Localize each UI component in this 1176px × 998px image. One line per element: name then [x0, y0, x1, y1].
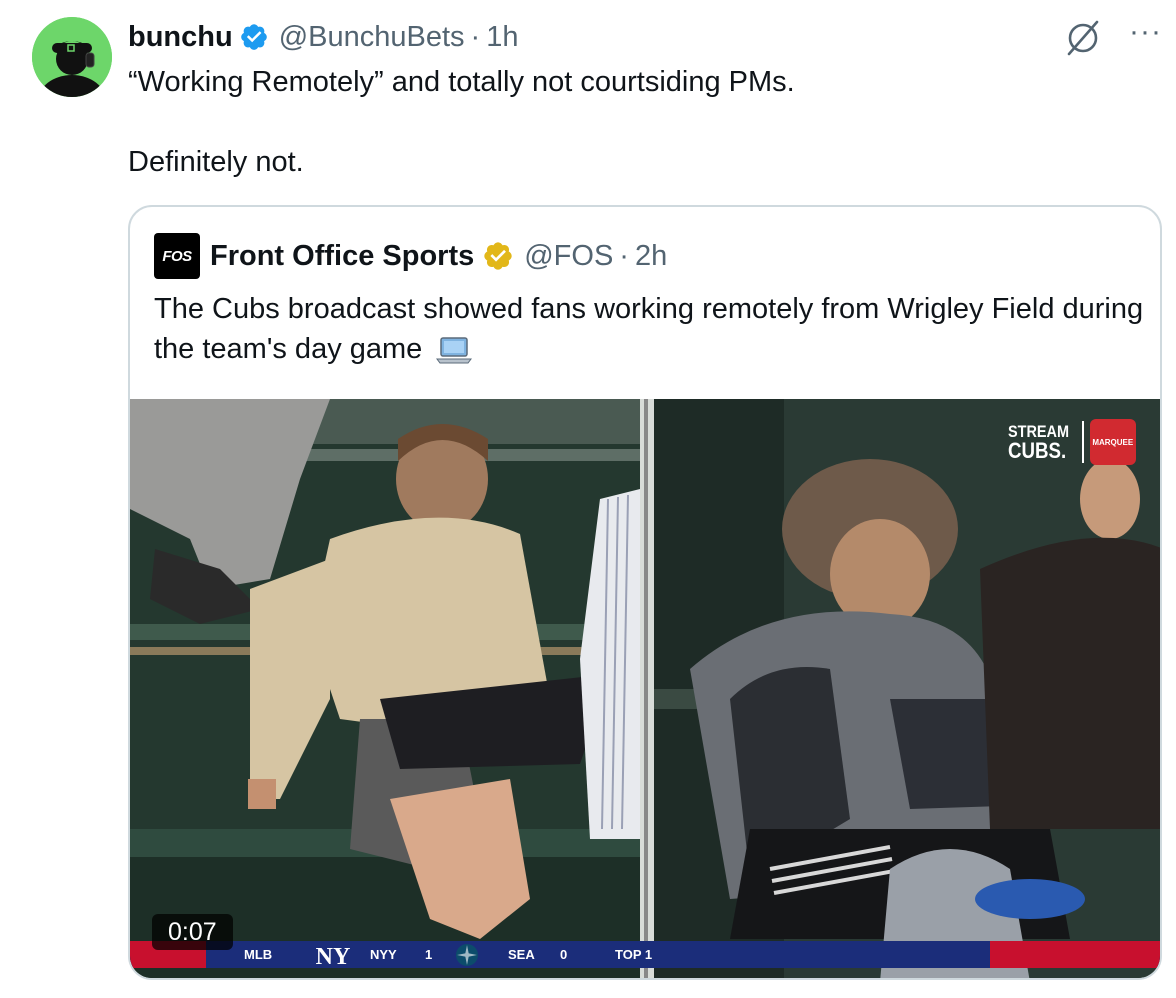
- separator-dot: ·: [470, 20, 481, 53]
- author-handle[interactable]: @BunchuBets: [279, 21, 465, 54]
- tweet-time[interactable]: 1h: [486, 21, 518, 54]
- team1-abbr: NYY: [370, 947, 397, 962]
- quoted-tweet-text: The Cubs broadcast showed fans working r…: [154, 289, 1144, 369]
- video-player[interactable]: STREAM CUBS. MARQUEE MLB NY NYY 1 SEA 0 …: [130, 399, 1160, 978]
- stream-logo-text: STREAM CUBS.: [1008, 423, 1069, 462]
- video-timestamp: 0:07: [152, 914, 233, 950]
- scorebug: MLB NY NYY 1 SEA 0 TOP 1: [130, 941, 1160, 968]
- stream-cubs-logo: STREAM CUBS. MARQUEE: [1008, 419, 1136, 465]
- inning-label: TOP 1: [615, 947, 653, 962]
- logo-divider: [1081, 421, 1084, 463]
- quoted-tweet[interactable]: FOS Front Office Sports @FOS · 2h The Cu…: [128, 205, 1162, 980]
- team2-score: 0: [560, 947, 568, 962]
- tweet-text-line: Definitely not.: [128, 146, 304, 178]
- stream-logo-line: CUBS.: [1008, 437, 1067, 463]
- tweet-text-line: “Working Remotely” and totally not court…: [128, 66, 795, 98]
- team2-abbr: SEA: [508, 947, 535, 962]
- author-name[interactable]: bunchu: [128, 21, 233, 54]
- quoted-tweet-header: FOS Front Office Sports @FOS · 2h: [154, 233, 667, 279]
- quoted-text-body: The Cubs broadcast showed fans working r…: [154, 293, 1144, 365]
- quoted-author-handle[interactable]: @FOS: [524, 240, 613, 273]
- header-actions: ···: [1063, 17, 1162, 58]
- separator-dot: ·: [619, 239, 629, 272]
- avatar[interactable]: [32, 17, 112, 97]
- laptop-icon: [436, 337, 473, 364]
- more-options-icon[interactable]: ···: [1129, 17, 1162, 47]
- mariners-logo-icon: [456, 944, 478, 966]
- yankees-logo-icon: NY: [316, 944, 351, 968]
- team1-score: 1: [425, 947, 433, 962]
- league-label: MLB: [244, 947, 273, 962]
- marquee-logo: MARQUEE: [1089, 419, 1136, 465]
- tweet-header: bunchu @BunchuBets · 1h: [128, 16, 518, 58]
- verified-gold-badge-icon: [484, 242, 512, 270]
- avatar-silhouette-icon: [32, 17, 112, 97]
- quoted-tweet-time[interactable]: 2h: [635, 240, 667, 273]
- scorebug-accent-right: [990, 941, 1160, 968]
- quoted-author-name[interactable]: Front Office Sports: [210, 240, 474, 273]
- fos-avatar[interactable]: FOS: [154, 233, 200, 279]
- video-frame-image: [130, 399, 1160, 978]
- tweet-text: “Working Remotely” and totally not court…: [128, 62, 1128, 182]
- svg-text:NY: NY: [316, 944, 351, 968]
- verified-badge-icon: [240, 24, 267, 50]
- grok-icon[interactable]: [1063, 18, 1103, 58]
